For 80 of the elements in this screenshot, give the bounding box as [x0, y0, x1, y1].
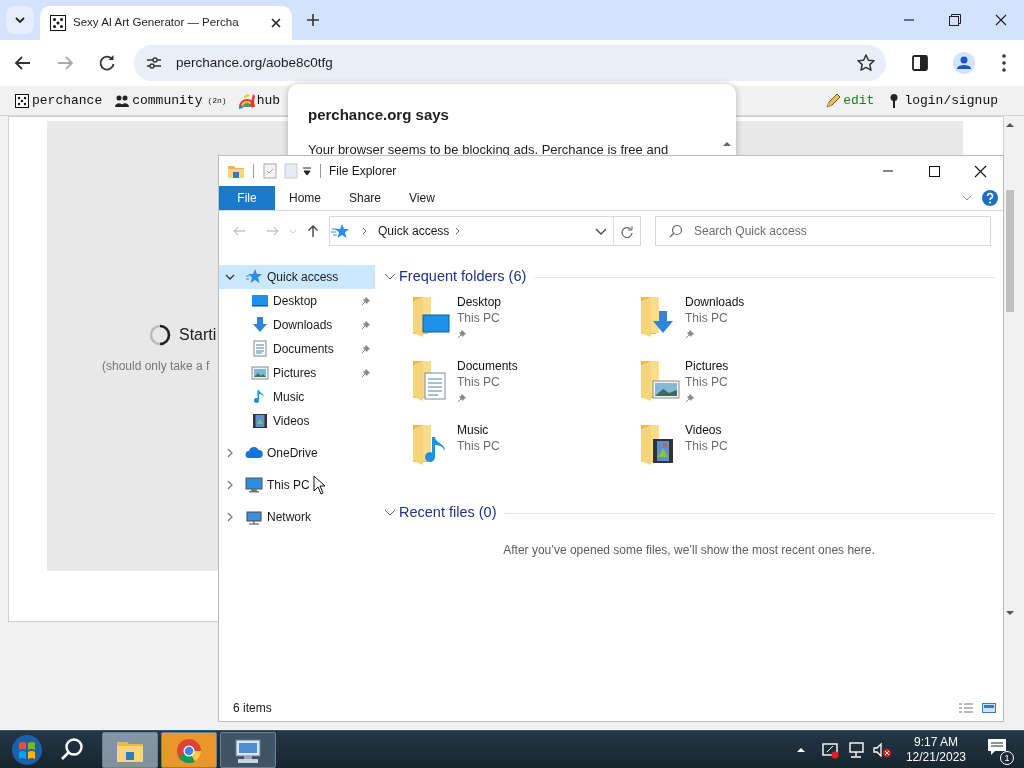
empty-message: After you’ve opened some files, we’ll show the most recent ones here. — [502, 542, 876, 559]
folder-tile[interactable]: Music This PC — [411, 421, 639, 485]
folder-tile[interactable]: Documents This PC — [411, 357, 639, 421]
rainbow-icon — [238, 92, 255, 109]
folder-tile[interactable]: Pictures This PC — [639, 357, 867, 421]
help-icon[interactable] — [981, 189, 999, 207]
section-header[interactable]: Recent files (0) — [399, 502, 497, 524]
folder-tile[interactable]: Downloads This PC — [639, 293, 867, 357]
ribbon-tab[interactable]: File — [219, 186, 275, 210]
picture-icon — [251, 364, 269, 382]
network-icon — [245, 508, 263, 526]
status-text: 6 items — [233, 700, 272, 717]
window-title: File Explorer — [329, 163, 397, 180]
loading-text: Starti — [179, 325, 217, 345]
new-tab-icon[interactable] — [306, 13, 320, 27]
dice-icon — [50, 15, 66, 31]
nav-item[interactable]: Music — [219, 385, 375, 409]
url-text: perchance.org/aobe8c0tfg — [176, 53, 334, 72]
nav-link[interactable]: perchance — [32, 90, 103, 111]
pencil-icon — [825, 92, 842, 109]
nav-item[interactable]: OneDrive — [219, 441, 375, 465]
search-field[interactable]: Search Quick access — [655, 216, 991, 246]
folder-location: This PC — [685, 438, 728, 454]
folder-location: This PC — [457, 438, 500, 454]
nav-link[interactable]: hub — [256, 90, 281, 111]
nav-link[interactable]: edit — [843, 90, 875, 111]
folder-icon — [227, 163, 245, 179]
nav-item[interactable]: Videos — [219, 409, 375, 433]
notification-count: 1 — [1000, 750, 1014, 765]
folder-location: This PC — [685, 310, 729, 326]
recent-locations-icon — [289, 228, 297, 234]
document-icon — [251, 340, 269, 358]
dialog-title: perchance.org says — [308, 105, 450, 125]
section-header[interactable]: Frequent folders (6) — [399, 266, 527, 288]
folder-location: This PC — [457, 374, 501, 390]
nav-item[interactable]: Downloads — [219, 313, 375, 337]
breadcrumb-item[interactable]: Quick access — [378, 222, 450, 240]
dialog-message: Your browser seems to be blocking ads. Perchance is free and — [308, 140, 670, 159]
address-bar[interactable]: Quick access — [329, 216, 641, 246]
scroll-up-icon[interactable] — [722, 140, 732, 148]
folder-location: This PC — [685, 374, 729, 390]
tab-title: Sexy AI Art Generator — Percha — [73, 15, 239, 31]
nav-item[interactable]: Desktop — [219, 289, 375, 313]
message-icon — [986, 736, 1008, 757]
count-label: (2n) — [207, 94, 227, 107]
nav-item[interactable]: Quick access — [219, 265, 375, 289]
bookmark-star-icon[interactable] — [856, 53, 876, 73]
download-arrow-icon — [251, 316, 269, 334]
taskbar-button[interactable] — [220, 731, 276, 768]
scrollbar-thumb[interactable] — [1006, 190, 1014, 312]
taskbar-button[interactable] — [102, 731, 158, 768]
nav-item[interactable]: Documents — [219, 337, 375, 361]
customize-dropdown-icon[interactable] — [302, 166, 312, 176]
loading-note: (should only take a f — [102, 358, 210, 375]
scroll-up-icon[interactable] — [1004, 120, 1016, 130]
film-icon — [251, 412, 269, 430]
nav-item[interactable]: This PC — [219, 473, 375, 497]
address-bar[interactable]: perchance.org/aobe8c0tfg — [134, 45, 886, 81]
scroll-down-icon[interactable] — [1004, 608, 1016, 618]
dice-icon — [14, 92, 30, 109]
nav-link[interactable]: community — [132, 90, 203, 111]
computer-icon — [245, 476, 263, 494]
large-icons-view-icon[interactable] — [981, 701, 997, 715]
folder-tile[interactable]: Desktop This PC — [411, 293, 639, 357]
spinner-icon — [149, 324, 171, 346]
nav-item[interactable]: Network — [219, 505, 375, 529]
notifications-button[interactable]: 1 — [986, 736, 1012, 763]
profile-avatar-icon[interactable] — [950, 49, 978, 77]
clock[interactable]: 9:17 AM 12/21/2023 — [901, 734, 970, 765]
browser-tab[interactable]: Sexy AI Art Generator — Percha — [40, 6, 292, 40]
search-icon — [669, 224, 683, 238]
taskbar-button[interactable] — [161, 731, 217, 768]
tab-search-button[interactable] — [6, 6, 34, 34]
folder-tile[interactable]: Videos This PC — [639, 421, 867, 485]
folder-location: This PC — [457, 310, 501, 326]
mouse-cursor-icon — [313, 475, 326, 495]
desktop-icon — [251, 292, 269, 310]
nav-link[interactable]: login/signup — [904, 90, 998, 111]
close-icon[interactable] — [270, 17, 282, 29]
nav-item[interactable]: Pictures — [219, 361, 375, 385]
